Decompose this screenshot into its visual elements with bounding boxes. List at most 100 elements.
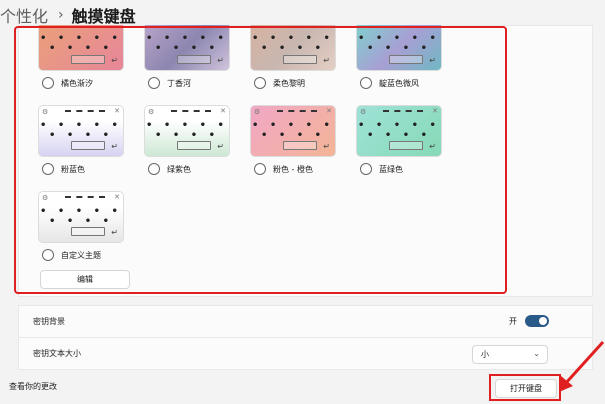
theme-radio-button[interactable] xyxy=(42,77,54,89)
keyboard-spacebar xyxy=(71,141,105,150)
key-background-label: 密钥背景 xyxy=(33,317,65,326)
theme-radio-row[interactable]: 粉色 - 橙色 xyxy=(250,163,360,175)
keyboard-keys-row: • • • • xyxy=(260,43,325,54)
theme-thumbnail[interactable]: • • • • • • • • • ↵ xyxy=(38,25,124,71)
theme-thumbnail[interactable]: ⚙ ✕ • • • • • • • • • ↵ xyxy=(250,105,336,157)
theme-label: 粉蓝色 xyxy=(61,164,85,174)
gear-icon: ⚙ xyxy=(254,108,261,116)
theme-radio-button[interactable] xyxy=(148,163,160,175)
close-icon: ✕ xyxy=(326,107,332,115)
keyboard-keys-row: • • • • xyxy=(48,130,113,141)
keyboard-keys-row: • • • • xyxy=(154,43,219,54)
theme-radio-button[interactable] xyxy=(42,249,54,261)
theme-radio-button[interactable] xyxy=(254,163,266,175)
close-icon: ✕ xyxy=(114,107,120,115)
key-background-setting: 密钥背景 开 xyxy=(18,305,593,338)
breadcrumb-parent[interactable]: 个性化 xyxy=(0,3,48,27)
enter-key-icon: ↵ xyxy=(111,142,118,151)
keyboard-keys-row: • • • • xyxy=(48,43,113,54)
edit-theme-button[interactable]: 编辑 xyxy=(40,270,130,289)
key-text-size-label: 密钥文本大小 xyxy=(33,349,81,358)
enter-key-icon: ↵ xyxy=(323,142,330,151)
enter-key-icon: ↵ xyxy=(429,142,436,151)
keyboard-spacebar xyxy=(71,227,105,236)
close-icon: ✕ xyxy=(220,107,226,115)
key-text-size-setting: 密钥文本大小 小 ⌄ xyxy=(18,337,593,370)
theme-radio-row[interactable]: 靛蓝色微风 xyxy=(356,77,466,89)
theme-card[interactable]: ⚙ ✕ • • • • • • • • • ↵ 绿紫色 xyxy=(144,105,230,175)
theme-label: 丁香河 xyxy=(167,78,191,88)
keyboard-keys-row: • • • • xyxy=(260,130,325,141)
theme-thumbnail[interactable]: ⚙ ✕ • • • • • • • • • ↵ xyxy=(38,105,124,157)
gear-icon: ⚙ xyxy=(360,108,367,116)
view-changes-label: 查看你的更改 xyxy=(9,382,57,391)
keyboard-spacebar xyxy=(389,141,423,150)
theme-thumbnail[interactable]: ⚙ ✕ • • • • • • • • • ↵ xyxy=(356,105,442,157)
keyboard-top-row xyxy=(65,110,105,112)
theme-radio-button[interactable] xyxy=(360,163,372,175)
theme-card[interactable]: • • • • • • • • • ↵ 靛蓝色微风 xyxy=(356,25,442,89)
key-text-size-value: 小 xyxy=(481,350,489,359)
keyboard-keys-row: • • • • xyxy=(366,130,431,141)
theme-label: 蓝绿色 xyxy=(379,164,403,174)
keyboard-top-row xyxy=(171,110,211,112)
keyboard-spacebar xyxy=(177,55,211,64)
theme-thumbnail[interactable]: • • • • • • • • • ↵ xyxy=(144,25,230,71)
enter-key-icon: ↵ xyxy=(111,228,118,237)
theme-radio-button[interactable] xyxy=(254,77,266,89)
theme-card[interactable]: ⚙ ✕ • • • • • • • • • ↵ 自定义主题 xyxy=(38,191,124,261)
theme-label: 橘色渐汐 xyxy=(61,78,93,88)
theme-card[interactable]: ⚙ ✕ • • • • • • • • • ↵ 蓝绿色 xyxy=(356,105,442,175)
theme-thumbnail[interactable]: • • • • • • • • • ↵ xyxy=(250,25,336,71)
theme-label: 自定义主题 xyxy=(61,250,101,260)
keyboard-spacebar xyxy=(283,141,317,150)
theme-thumbnail[interactable]: • • • • • • • • • ↵ xyxy=(356,25,442,71)
gear-icon: ⚙ xyxy=(148,108,155,116)
theme-thumbnail[interactable]: ⚙ ✕ • • • • • • • • • ↵ xyxy=(38,191,124,243)
theme-label: 柔色黎明 xyxy=(273,78,305,88)
keyboard-spacebar xyxy=(177,141,211,150)
toggle-knob xyxy=(539,317,547,325)
open-keyboard-button[interactable]: 打开键盘 xyxy=(495,379,557,398)
keyboard-spacebar xyxy=(389,55,423,64)
theme-card[interactable]: ⚙ ✕ • • • • • • • • • ↵ 粉蓝色 xyxy=(38,105,124,175)
theme-radio-row[interactable]: 柔色黎明 xyxy=(250,77,360,89)
page-title: 触摸键盘 xyxy=(71,7,136,26)
theme-label: 靛蓝色微风 xyxy=(379,78,419,88)
breadcrumb-separator-icon: › xyxy=(58,7,64,23)
key-text-size-select[interactable]: 小 ⌄ xyxy=(472,345,548,364)
keyboard-spacebar xyxy=(71,55,105,64)
theme-card[interactable]: ⚙ ✕ • • • • • • • • • ↵ 粉色 - 橙色 xyxy=(250,105,336,175)
enter-key-icon: ↵ xyxy=(217,56,224,65)
enter-key-icon: ↵ xyxy=(111,56,118,65)
enter-key-icon: ↵ xyxy=(217,142,224,151)
keyboard-spacebar xyxy=(283,55,317,64)
theme-radio-button[interactable] xyxy=(148,77,160,89)
theme-card[interactable]: • • • • • • • • • ↵ 橘色渐汐 xyxy=(38,25,124,89)
theme-radio-row[interactable]: 蓝绿色 xyxy=(356,163,466,175)
close-icon: ✕ xyxy=(432,107,438,115)
keyboard-top-row xyxy=(277,110,317,112)
theme-label: 粉色 - 橙色 xyxy=(273,164,313,174)
theme-label: 绿紫色 xyxy=(167,164,191,174)
enter-key-icon: ↵ xyxy=(429,56,436,65)
keyboard-keys-row: • • • • xyxy=(366,43,431,54)
theme-radio-row[interactable]: 粉蓝色 xyxy=(38,163,148,175)
close-icon: ✕ xyxy=(114,193,120,201)
theme-radio-row[interactable]: 绿紫色 xyxy=(144,163,254,175)
theme-thumbnail[interactable]: ⚙ ✕ • • • • • • • • • ↵ xyxy=(144,105,230,157)
theme-radio-button[interactable] xyxy=(360,77,372,89)
theme-card[interactable]: • • • • • • • • • ↵ 丁香河 xyxy=(144,25,230,89)
gear-icon: ⚙ xyxy=(42,108,49,116)
enter-key-icon: ↵ xyxy=(323,56,330,65)
keyboard-keys-row: • • • • xyxy=(48,216,113,227)
gear-icon: ⚙ xyxy=(42,194,49,202)
keyboard-keys-row: • • • • xyxy=(154,130,219,141)
keyboard-top-row xyxy=(383,110,423,112)
key-background-toggle[interactable] xyxy=(525,315,549,327)
theme-card[interactable]: • • • • • • • • • ↵ 柔色黎明 xyxy=(250,25,336,89)
theme-radio-row[interactable]: 自定义主题 xyxy=(38,249,148,261)
theme-radio-row[interactable]: 丁香河 xyxy=(144,77,254,89)
theme-radio-button[interactable] xyxy=(42,163,54,175)
theme-radio-row[interactable]: 橘色渐汐 xyxy=(38,77,148,89)
